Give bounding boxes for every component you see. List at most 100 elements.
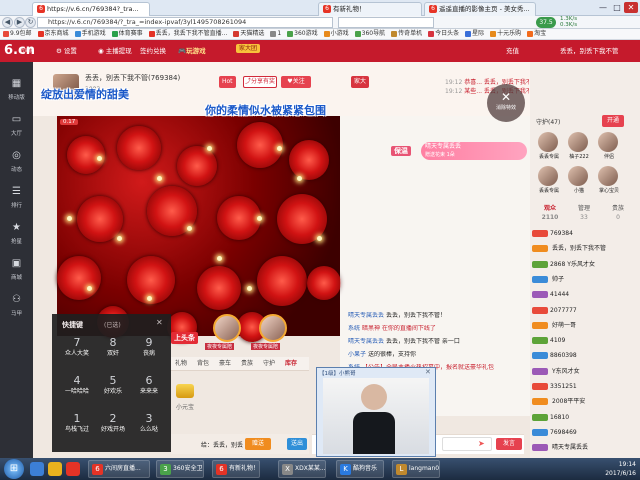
audience-tab[interactable]: 贵族 0	[602, 204, 634, 222]
quick-key-item[interactable]: 9 丧病	[132, 336, 166, 372]
guard-avatar-1[interactable]	[213, 314, 241, 342]
bookmark-item[interactable]: 丢丢，我丢下我不管直播...	[146, 29, 231, 39]
rail-item[interactable]: ☰ 排行	[0, 180, 33, 216]
audience-row[interactable]: 2077777	[532, 305, 638, 316]
video-player[interactable]: 0.17	[57, 116, 341, 342]
bookmark-item[interactable]: 淘宝	[524, 29, 549, 39]
quick-key-item[interactable]: 6 来来来	[132, 374, 166, 410]
gift-tab[interactable]: 库存	[285, 359, 297, 368]
chat-user[interactable]: 系统	[348, 325, 360, 332]
quick-key-item[interactable]: 7 众人大笑	[60, 336, 94, 372]
pinned-app-icon[interactable]	[30, 462, 44, 476]
browser-tab-3[interactable]: 6 遥遥直播的影像主页 - 美女秀...	[424, 2, 536, 16]
chat-user[interactable]: 小果子	[348, 351, 366, 358]
bookmark-item[interactable]: 星际	[462, 29, 487, 39]
audience-row[interactable]: 帅子	[532, 274, 638, 285]
taskbar-button[interactable]: K 酷狗音乐	[336, 460, 384, 478]
current-user[interactable]: 丢丢，别丢下我不管	[560, 46, 619, 56]
browser-tab-2[interactable]: 6 有新礼物！	[318, 2, 422, 16]
quick-key-item[interactable]: 4 一哈哈哈	[60, 374, 94, 410]
audience-row[interactable]: 2008平平安	[532, 396, 638, 407]
family-badge[interactable]: 家大团	[236, 44, 261, 53]
bookmark-item[interactable]: 十元乐购	[487, 29, 524, 39]
quick-key-item[interactable]: 8 双奸	[96, 336, 130, 372]
bookmark-item[interactable]: 1	[267, 29, 284, 39]
headline-badge[interactable]: 上头条	[171, 332, 198, 344]
bookmark-item[interactable]: 小游戏	[321, 29, 352, 39]
guard-avatar[interactable]	[538, 166, 558, 186]
chat-user[interactable]: 晴天专属丢丢	[348, 312, 384, 319]
rail-item[interactable]: ◎ 动态	[0, 144, 33, 180]
gold-ingot-icon[interactable]	[176, 384, 194, 398]
audience-row[interactable]: 8860398	[532, 350, 638, 361]
taskbar-button[interactable]: 3360安全卫...	[156, 460, 204, 478]
rail-item[interactable]: ★ 抢星	[0, 216, 33, 252]
audience-row[interactable]: 4109	[532, 335, 638, 346]
recharge-link[interactable]: 充值	[506, 46, 519, 56]
count-button[interactable]: 赠送	[245, 438, 271, 450]
guard-avatar[interactable]	[598, 166, 618, 186]
audience-row[interactable]: 3351251	[532, 381, 638, 392]
nav-settings[interactable]: ⚙ 设置	[56, 46, 77, 56]
open-guard-button[interactable]: 开通	[602, 115, 624, 127]
bookmark-item[interactable]: 体育赛事	[109, 29, 146, 39]
url-input[interactable]: https://v.6.cn/769384/?_tra_=index-ipvaf…	[37, 17, 333, 28]
quick-key-item[interactable]: 5 好欢乐	[96, 374, 130, 410]
pinned-app-icon[interactable]	[66, 462, 80, 476]
guard-avatar[interactable]	[538, 132, 558, 152]
bookmark-item[interactable]: 传奇单机	[388, 29, 425, 39]
taskbar-button[interactable]: Llangman0...	[392, 460, 440, 478]
audience-tab[interactable]: 管理 33	[568, 204, 600, 222]
gift-tab[interactable]: 背包	[197, 359, 209, 368]
bookmark-item[interactable]: 9.9包邮	[0, 29, 35, 39]
close-icon[interactable]: ✕	[156, 318, 163, 327]
audience-row[interactable]: 16810	[532, 412, 638, 423]
follow-button[interactable]: ♥关注	[281, 76, 311, 88]
send-gift-button[interactable]: 送出	[287, 438, 307, 450]
audience-row[interactable]: Y东风才女	[532, 366, 638, 377]
audience-row[interactable]: 41444	[532, 289, 638, 300]
taskbar-button[interactable]: 6 六间房直播...	[88, 460, 150, 478]
audience-tab[interactable]: 观众 2110	[534, 204, 566, 222]
refresh-button[interactable]: ↻	[25, 17, 36, 28]
back-button[interactable]: ◀	[2, 17, 13, 28]
taskbar-button[interactable]: 6有新礼物！...	[212, 460, 260, 478]
bookmark-item[interactable]: 360导航	[352, 29, 388, 39]
maximize-button[interactable]: □	[610, 2, 624, 13]
audience-row[interactable]: 769384	[532, 228, 638, 239]
bookmark-item[interactable]: 今日头条	[425, 29, 462, 39]
audience-row[interactable]: 7698469	[532, 427, 638, 438]
nav-anchor-withdraw[interactable]: ◉ 主播提现	[98, 46, 132, 56]
fan-club-badge[interactable]: 家大	[351, 76, 370, 88]
guard-avatar[interactable]	[568, 132, 588, 152]
audience-row[interactable]: 2868 Y乐风才女	[532, 259, 638, 270]
gift-tab[interactable]: 守护	[263, 359, 275, 368]
rail-item[interactable]: ⚇ 马甲	[0, 288, 33, 324]
chat-send-button[interactable]: 发言	[496, 438, 522, 450]
bookmark-item[interactable]: 360游戏	[284, 29, 320, 39]
bookmark-item[interactable]: 天猫精选	[230, 29, 267, 39]
guard-avatar[interactable]	[568, 166, 588, 186]
clear-effect-button[interactable]: ✕ 消除特效	[487, 84, 525, 122]
rail-item[interactable]: ▣ 商城	[0, 252, 33, 288]
close-window-button[interactable]: ✕	[624, 2, 638, 13]
start-button[interactable]: ⊞	[4, 459, 24, 479]
browser-tab-1[interactable]: 6 https://v.6.cn/769384?_tra...	[32, 2, 150, 16]
audience-row[interactable]: 好萌一哥	[532, 320, 638, 331]
rail-item[interactable]: ▦ 移动版	[0, 72, 33, 108]
chat-user[interactable]: 晴天专属丢丢	[348, 338, 384, 345]
share-button[interactable]: ⤴分享有奖	[243, 76, 277, 88]
nav-play-games[interactable]: 🎮玩游戏	[178, 46, 206, 56]
audience-row[interactable]: 丢丢，别丢下我不管	[532, 243, 638, 254]
taskbar-button[interactable]: X XDX某某...	[278, 460, 326, 478]
minimize-button[interactable]: —	[596, 2, 610, 13]
site-logo[interactable]: 6.cn 六间房	[4, 42, 35, 59]
pinned-app-icon[interactable]	[48, 462, 62, 476]
gift-tab[interactable]: 贵族	[241, 359, 253, 368]
gift-tab[interactable]: 豪车	[219, 359, 231, 368]
close-icon[interactable]: ✕	[425, 368, 431, 376]
bookmark-item[interactable]: 京东商城	[35, 29, 72, 39]
bookmark-item[interactable]: 手机游戏	[72, 29, 109, 39]
quick-key-item[interactable]: 2 好戏开场	[96, 412, 130, 448]
rail-item[interactable]: ▭ 大厅	[0, 108, 33, 144]
